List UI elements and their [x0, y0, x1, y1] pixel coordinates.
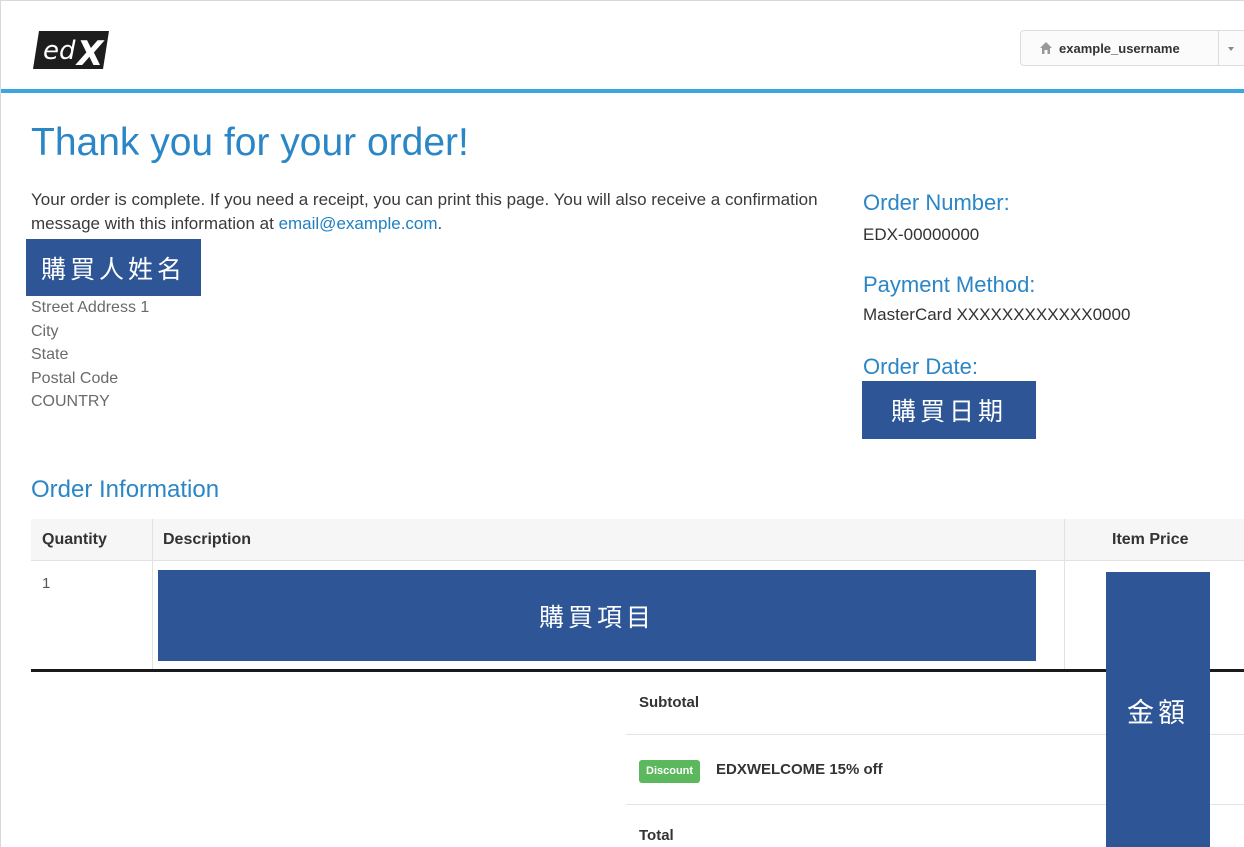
- chevron-down-icon[interactable]: [1226, 45, 1236, 53]
- address-line: Postal Code: [31, 369, 119, 387]
- user-menu[interactable]: example_username: [1020, 30, 1244, 66]
- table-bottom-rule: [31, 669, 1244, 672]
- username-label: example_username: [1059, 40, 1180, 56]
- payment-method: MasterCard XXXXXXXXXXXX0000: [863, 305, 1131, 324]
- svg-text:X: X: [75, 34, 105, 71]
- order-information-title: Order Information: [31, 476, 220, 503]
- order-complete-message: Your order is complete. If you need a re…: [31, 188, 841, 236]
- receipt-page: ed X example_username Thank you for your…: [0, 0, 1244, 847]
- site-header: ed X example_username: [1, 1, 1244, 93]
- address-line: Street Address 1: [31, 299, 150, 316]
- user-menu-divider: [1218, 31, 1219, 65]
- discount-code: EDXWELCOME 15% off: [716, 761, 883, 778]
- address-line: State: [31, 346, 69, 363]
- page-title: Thank you for your order!: [31, 121, 469, 164]
- svg-text:ed: ed: [43, 36, 76, 66]
- total-label: Total: [639, 827, 674, 844]
- address-line: COUNTRY: [31, 393, 110, 410]
- table-header: Quantity Description Item Price: [31, 519, 1244, 561]
- column-header-description: Description: [163, 531, 252, 548]
- order-number-label: Order Number:: [863, 190, 1010, 215]
- row-description: 購買項目: [158, 570, 1036, 661]
- column-header-item-price: Item Price: [1112, 531, 1189, 548]
- order-date: 購買日期: [862, 381, 1036, 439]
- column-header-quantity: Quantity: [42, 531, 107, 548]
- row-quantity: 1: [42, 575, 51, 592]
- column-divider: [152, 519, 153, 669]
- billing-address: Street Address 1 City State Postal Code …: [31, 296, 149, 414]
- address-line: City: [31, 322, 59, 340]
- row-item-price: 金額: [1106, 572, 1210, 847]
- payment-method-label: Payment Method:: [863, 272, 1036, 297]
- subtotal-label: Subtotal: [639, 694, 699, 711]
- home-icon: [1040, 42, 1052, 54]
- discount-badge: Discount: [639, 760, 701, 783]
- intro-end: .: [437, 214, 443, 233]
- buyer-name: 購買人姓名: [26, 239, 201, 296]
- edx-logo[interactable]: ed X: [33, 29, 109, 71]
- order-number: EDX-00000000: [863, 225, 980, 244]
- column-divider: [1064, 519, 1065, 669]
- email-link[interactable]: email@example.com: [279, 214, 438, 233]
- order-date-label: Order Date:: [863, 354, 978, 379]
